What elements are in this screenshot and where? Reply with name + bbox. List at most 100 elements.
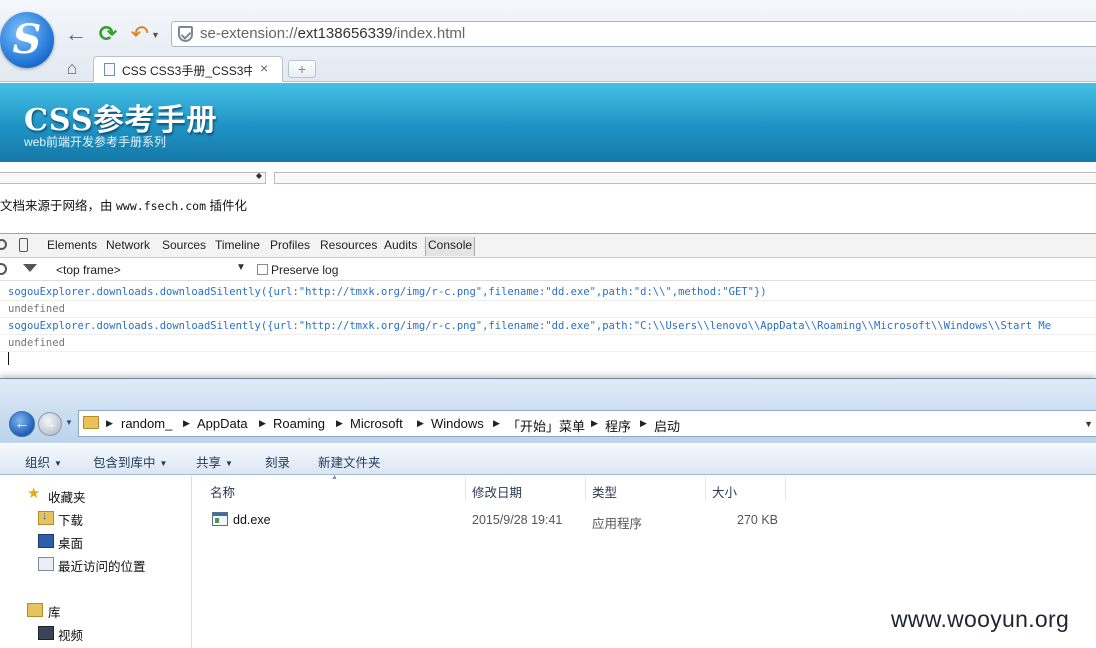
url-scheme: se-extension:// [200, 25, 298, 42]
column-modified[interactable]: 修改日期 [466, 476, 586, 500]
tab-audits[interactable]: Audits [384, 238, 417, 252]
video-icon [38, 626, 54, 640]
address-bar[interactable]: se-extension://ext138656339/index.html [171, 21, 1096, 47]
recent-places-icon [38, 557, 54, 571]
chevron-down-icon: ▼ [54, 459, 62, 468]
share-label: 共享 [196, 456, 222, 470]
tab-title: CSS CSS3手册_CSS3中文 [122, 64, 252, 78]
tab-elements[interactable]: Elements [47, 238, 97, 252]
note-prefix: 文档来源于网络，由 [0, 199, 113, 213]
page-subtitle: web前端开发参考手册系列 [24, 135, 167, 149]
navigation-pane: ★ 收藏夹 下载 桌面 最近访问的位置 库 视频 [0, 476, 192, 648]
console-prompt[interactable] [8, 352, 9, 365]
note-site-link: www.fsech.com [116, 199, 207, 213]
organize-label: 组织 [25, 456, 51, 470]
tab-console[interactable]: Console [425, 237, 476, 256]
downloads-folder-icon [38, 510, 54, 525]
clear-console-icon[interactable] [0, 263, 7, 275]
nav-downloads[interactable]: 下载 [58, 510, 83, 529]
breadcrumb[interactable]: random_ [121, 416, 172, 431]
chevron-right-icon[interactable]: ▶ [640, 418, 647, 429]
nav-videos[interactable]: 视频 [58, 625, 83, 644]
undo-icon[interactable]: ↶ [128, 22, 152, 46]
chevron-right-icon[interactable]: ▶ [417, 418, 424, 429]
exe-file-icon [212, 512, 228, 526]
devtools-panel: Elements Network Sources Timeline Profil… [0, 233, 1096, 378]
column-size[interactable]: 大小 [706, 476, 786, 500]
page-banner: CSS参考手册 web前端开发参考手册系列 [0, 83, 1096, 162]
chevron-down-icon: ▼ [225, 459, 233, 468]
nav-recent-places[interactable]: 最近访问的位置 [58, 556, 146, 575]
new-tab-button[interactable]: + [288, 60, 316, 78]
search-input[interactable] [274, 172, 1096, 184]
chevron-right-icon[interactable]: ▶ [106, 418, 113, 429]
chevron-down-icon: ◆ [255, 171, 262, 180]
share-button[interactable]: 共享 ▼ [196, 452, 233, 471]
chevron-right-icon[interactable]: ▶ [493, 418, 500, 429]
logo-letter: S [12, 16, 42, 63]
tab-close-icon[interactable]: × [260, 60, 268, 76]
console-divider [0, 334, 1096, 335]
chevron-down-icon: ▼ [159, 459, 168, 468]
chevron-right-icon[interactable]: ▶ [183, 418, 190, 429]
filter-icon[interactable] [23, 264, 37, 272]
nav-favorites[interactable]: 收藏夹 [48, 487, 86, 506]
tab-resources[interactable]: Resources [320, 238, 377, 252]
tab-sources[interactable]: Sources [162, 238, 206, 252]
watermark: www.wooyun.org [891, 606, 1070, 632]
preserve-log-checkbox[interactable] [257, 264, 268, 275]
devtools-tabs: Elements Network Sources Timeline Profil… [0, 234, 1096, 258]
column-name[interactable]: 名称 [193, 476, 466, 500]
explorer-command-bar: 组织 ▼ 包含到库中 ▼ 共享 ▼ 刻录 新建文件夹 [0, 443, 1096, 475]
include-library-button[interactable]: 包含到库中 ▼ [93, 452, 167, 471]
preserve-log-label: Preserve log [271, 263, 339, 277]
file-type: 应用程序 [592, 517, 643, 531]
console-result: undefined [8, 337, 65, 349]
explorer-address-bar[interactable]: ▶ random_ ▶ AppData ▶ Roaming ▶ Microsof… [78, 410, 1096, 437]
breadcrumb[interactable]: 程序 [605, 416, 631, 435]
chevron-down-icon[interactable]: ▼ [236, 262, 246, 273]
include-library-label: 包含到库中 [93, 456, 156, 470]
chevron-down-icon[interactable]: ▼ [1084, 419, 1093, 429]
url-path: /index.html [392, 25, 466, 42]
breadcrumb[interactable]: Roaming [273, 416, 325, 431]
chevron-down-icon[interactable]: ▼ [65, 418, 73, 427]
nav-desktop[interactable]: 桌面 [58, 533, 83, 552]
tab-network[interactable]: Network [106, 238, 150, 252]
device-icon[interactable] [19, 238, 28, 252]
organize-button[interactable]: 组织 ▼ [25, 452, 62, 471]
home-icon[interactable]: ⌂ [62, 58, 82, 78]
tab-profiles[interactable]: Profiles [270, 238, 310, 252]
tab-timeline[interactable]: Timeline [215, 238, 260, 252]
new-folder-button[interactable]: 新建文件夹 [318, 452, 381, 471]
sogou-logo-icon[interactable]: S [0, 12, 54, 68]
back-arrow-icon[interactable]: ← [64, 22, 88, 46]
category-select[interactable]: ◆ [0, 171, 266, 184]
browser-tab[interactable]: CSS CSS3手册_CSS3中文 × [93, 56, 283, 82]
refresh-icon[interactable]: ⟳ [96, 22, 120, 46]
console-divider [0, 351, 1096, 352]
breadcrumb[interactable]: 「开始」菜单 [507, 416, 585, 435]
console-toolbar: <top frame> ▼ Preserve log [0, 259, 1096, 281]
breadcrumb[interactable]: Microsoft [350, 416, 403, 431]
back-arrow-icon[interactable]: ← [9, 411, 35, 437]
frame-select[interactable]: <top frame> [56, 263, 121, 277]
chevron-right-icon[interactable]: ▶ [336, 418, 343, 429]
inspect-icon[interactable] [0, 239, 7, 250]
nav-libraries[interactable]: 库 [48, 602, 61, 621]
file-name[interactable]: dd.exe [233, 513, 271, 527]
chevron-right-icon[interactable]: ▶ [591, 418, 598, 429]
document-icon [104, 63, 115, 76]
breadcrumb[interactable]: AppData [197, 416, 248, 431]
breadcrumb[interactable]: Windows [431, 416, 484, 431]
note-suffix: 插件化 [209, 199, 248, 213]
source-note: 文档来源于网络，由 www.fsech.com 插件化 [0, 195, 247, 214]
burn-button[interactable]: 刻录 [265, 452, 290, 471]
console-divider [0, 300, 1096, 301]
breadcrumb[interactable]: 启动 [654, 416, 680, 435]
column-type[interactable]: 类型 [586, 476, 706, 500]
url-text[interactable]: se-extension://ext138656339/index.html [200, 25, 465, 42]
chevron-down-icon[interactable]: ▼ [151, 30, 160, 40]
forward-arrow-icon[interactable]: → [38, 412, 62, 436]
chevron-right-icon[interactable]: ▶ [259, 418, 266, 429]
